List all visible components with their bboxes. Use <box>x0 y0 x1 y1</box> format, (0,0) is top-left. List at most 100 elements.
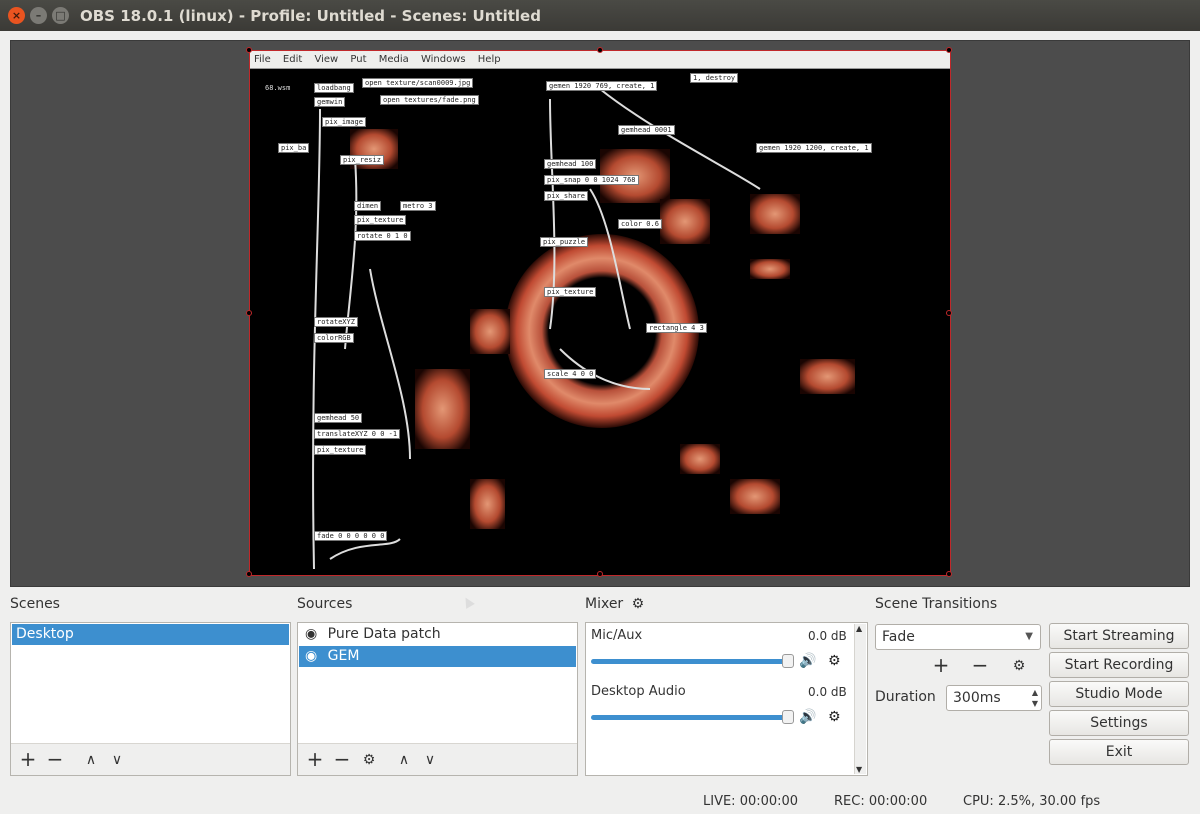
scenes-panel: Desktop + − ∧ ∨ <box>10 622 291 776</box>
add-source-button[interactable]: + <box>305 749 325 770</box>
mixer-channel-name: Mic/Aux <box>591 628 643 643</box>
pd-box: open textures/fade.png <box>380 95 479 105</box>
spin-down-icon[interactable]: ▼ <box>1032 698 1038 709</box>
duration-label: Duration <box>875 689 936 705</box>
duration-spinbox[interactable]: 300ms ▲ ▼ <box>946 685 1042 711</box>
close-window-button[interactable]: × <box>8 7 25 24</box>
move-source-down-button[interactable]: ∨ <box>420 750 440 770</box>
preview-area[interactable]: File Edit View Put Media Windows Help 68… <box>10 40 1190 609</box>
pd-menu-media: Media <box>378 54 409 65</box>
mixer-channel-db: 0.0 dB <box>808 685 847 699</box>
settings-button[interactable]: Settings <box>1049 710 1189 736</box>
sources-toolbar: + − ⚙ ∧ ∨ <box>298 743 577 775</box>
source-label: GEM <box>327 648 360 664</box>
pd-menu-file: File <box>254 54 271 65</box>
sources-title: Sources <box>297 596 353 612</box>
source-item[interactable]: ◉ GEM <box>299 646 576 667</box>
transition-gear-icon[interactable]: ⚙ <box>1009 656 1029 676</box>
visibility-eye-icon[interactable]: ◉ <box>305 626 317 642</box>
texture-tile <box>680 444 720 474</box>
pd-box: pix_texture <box>354 215 407 225</box>
resize-handle[interactable] <box>246 310 252 316</box>
visibility-eye-icon[interactable]: ◉ <box>305 648 317 664</box>
channel-gear-icon[interactable]: ⚙ <box>828 653 841 669</box>
pd-box: pix_image <box>322 117 366 127</box>
pd-box: rotate 0 1 0 <box>354 231 411 241</box>
resize-handle[interactable] <box>946 310 952 316</box>
transition-select[interactable]: Fade ▼ <box>875 624 1041 650</box>
start-streaming-button[interactable]: Start Streaming <box>1049 623 1189 649</box>
minimize-window-button[interactable]: – <box>30 7 47 24</box>
volume-slider-knob[interactable] <box>782 710 794 724</box>
chevron-down-icon: ▼ <box>1025 631 1033 642</box>
add-scene-button[interactable]: + <box>18 749 38 770</box>
scroll-down-icon[interactable]: ▼ <box>856 765 862 774</box>
channel-gear-icon[interactable]: ⚙ <box>828 709 841 725</box>
texture-tile <box>470 309 510 354</box>
pd-box: loadbang <box>314 83 354 93</box>
pd-box: rectangle 4 3 <box>646 323 707 333</box>
pd-box: 68.wsm <box>262 83 294 93</box>
speaker-mute-icon[interactable]: 🔊 <box>799 653 816 669</box>
texture-tile <box>800 359 855 394</box>
start-recording-button[interactable]: Start Recording <box>1049 652 1189 678</box>
pd-box: gemen 1920 769, create, 1 <box>546 81 658 91</box>
volume-slider[interactable] <box>591 659 786 664</box>
resize-handle[interactable] <box>946 571 952 577</box>
sources-panel: ◉ Pure Data patch ◉ GEM + − ⚙ ∧ ∨ <box>297 622 578 776</box>
resize-handle[interactable] <box>946 47 952 53</box>
resize-handle[interactable] <box>246 571 252 577</box>
mixer-scrollbar[interactable]: ▲ ▼ <box>854 624 866 774</box>
move-source-up-button[interactable]: ∧ <box>394 750 414 770</box>
pd-box: pix_resiz <box>340 155 384 165</box>
move-scene-down-button[interactable]: ∨ <box>107 750 127 770</box>
pd-menubar: File Edit View Put Media Windows Help <box>250 51 950 69</box>
pd-menu-put: Put <box>350 54 367 65</box>
exit-button[interactable]: Exit <box>1049 739 1189 765</box>
pd-menu-help: Help <box>477 54 501 65</box>
pd-menu-windows: Windows <box>420 54 466 65</box>
pd-box: fade 0 0 0 0 0 0 <box>314 531 388 541</box>
transitions-title: Scene Transitions <box>875 596 998 612</box>
pd-box: gemhead 0001 <box>618 125 675 135</box>
pd-box: 1, destroy <box>690 73 739 83</box>
pd-box: colorRGB <box>314 333 354 343</box>
maximize-window-button[interactable]: □ <box>52 7 69 24</box>
pd-box: gemwin <box>314 97 346 107</box>
mixer-gear-icon[interactable]: ⚙ <box>632 596 645 612</box>
remove-source-button[interactable]: − <box>332 749 352 770</box>
remove-transition-button[interactable]: − <box>970 655 990 676</box>
texture-tile <box>750 259 790 279</box>
source-item[interactable]: ◉ Pure Data patch <box>299 624 576 645</box>
resize-handle[interactable] <box>246 47 252 53</box>
preview-canvas[interactable]: File Edit View Put Media Windows Help 68… <box>246 47 952 577</box>
move-scene-up-button[interactable]: ∧ <box>81 750 101 770</box>
volume-slider[interactable] <box>591 715 786 720</box>
cpu-status: CPU: 2.5%, 30.00 fps <box>963 794 1101 809</box>
mixer-channel-name: Desktop Audio <box>591 684 686 699</box>
texture-tile <box>415 369 470 449</box>
remove-scene-button[interactable]: − <box>45 749 65 770</box>
resize-handle[interactable] <box>597 571 603 577</box>
live-status: LIVE: 00:00:00 <box>703 794 799 809</box>
spin-up-icon[interactable]: ▲ <box>1032 687 1038 698</box>
pd-box: gemhead 50 <box>314 413 363 423</box>
resize-handle[interactable] <box>597 47 603 53</box>
source-properties-gear-icon[interactable]: ⚙ <box>359 750 379 770</box>
scenes-toolbar: + − ∧ ∨ <box>11 743 290 775</box>
scroll-up-icon[interactable]: ▲ <box>856 624 862 633</box>
pd-menu-edit: Edit <box>282 54 303 65</box>
pd-box: pix_texture <box>314 445 367 455</box>
volume-slider-knob[interactable] <box>782 654 794 668</box>
mixer-channel-db: 0.0 dB <box>808 629 847 643</box>
pd-box: translateXYZ 0 0 -1 <box>314 429 401 439</box>
speaker-mute-icon[interactable]: 🔊 <box>799 709 816 725</box>
studio-mode-button[interactable]: Studio Mode <box>1049 681 1189 707</box>
mixer-title-label: Mixer <box>585 596 624 612</box>
add-transition-button[interactable]: + <box>931 655 951 676</box>
pd-menu-view: View <box>314 54 339 65</box>
mixer-title: Mixer ⚙ <box>585 596 644 612</box>
spin-arrows[interactable]: ▲ ▼ <box>1032 687 1038 709</box>
scene-item-desktop[interactable]: Desktop <box>12 624 289 645</box>
pd-box: dimen <box>354 201 382 211</box>
